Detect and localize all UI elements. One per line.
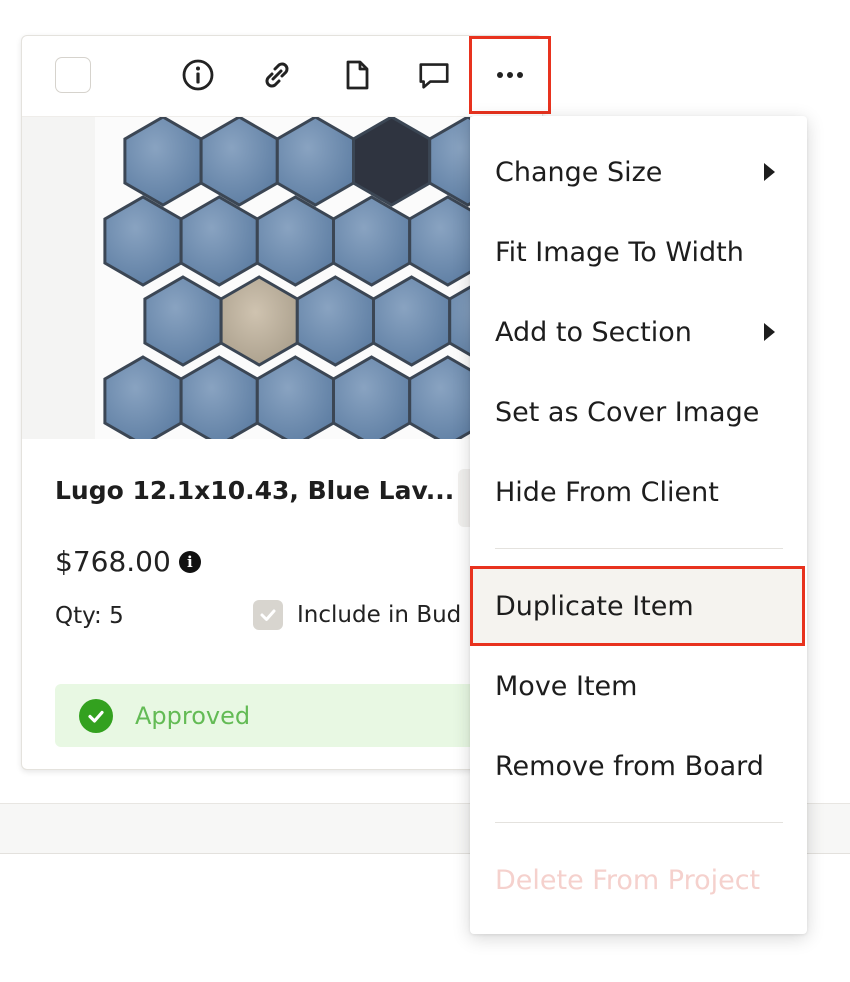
comment-icon[interactable] bbox=[417, 58, 451, 92]
more-icon bbox=[497, 72, 523, 78]
info-icon[interactable] bbox=[181, 58, 215, 92]
product-card[interactable]: Lugo 12.1x10.43, Blue Lav... $768.00 i Q… bbox=[21, 35, 551, 770]
menu-item-hide-from-client[interactable]: Hide From Client bbox=[470, 452, 807, 532]
menu-item-delete-from-project: Delete From Project bbox=[470, 840, 807, 920]
check-icon bbox=[260, 609, 276, 621]
select-checkbox[interactable] bbox=[55, 57, 91, 93]
include-in-budget[interactable]: Include in Bud bbox=[253, 600, 461, 630]
menu-item-move-item[interactable]: Move Item bbox=[470, 646, 807, 726]
submenu-arrow-icon bbox=[764, 323, 775, 341]
more-options-button[interactable] bbox=[469, 36, 551, 114]
menu-item-label: Remove from Board bbox=[495, 750, 764, 782]
menu-item-change-size[interactable]: Change Size bbox=[470, 132, 807, 212]
menu-item-label: Fit Image To Width bbox=[495, 236, 744, 268]
menu-item-remove-from-board[interactable]: Remove from Board bbox=[470, 726, 807, 806]
menu-item-label: Hide From Client bbox=[495, 476, 719, 508]
menu-item-label: Set as Cover Image bbox=[495, 396, 760, 428]
product-name[interactable]: Lugo 12.1x10.43, Blue Lav... bbox=[55, 476, 454, 505]
status-badge: Approved bbox=[55, 684, 515, 747]
submenu-arrow-icon bbox=[764, 163, 775, 181]
context-menu: Change Size Fit Image To Width Add to Se… bbox=[470, 116, 807, 934]
include-in-budget-checkbox[interactable] bbox=[253, 600, 283, 630]
product-image-area[interactable] bbox=[22, 117, 542, 439]
product-image bbox=[95, 117, 528, 439]
price-value: $768.00 bbox=[55, 545, 171, 578]
price-info-icon[interactable]: i bbox=[178, 550, 201, 573]
menu-item-label: Add to Section bbox=[495, 316, 692, 348]
include-in-budget-label: Include in Bud bbox=[297, 602, 462, 628]
card-toolbar bbox=[22, 36, 551, 117]
menu-divider bbox=[495, 822, 783, 823]
menu-divider bbox=[495, 548, 783, 549]
menu-item-duplicate-item[interactable]: Duplicate Item bbox=[470, 566, 805, 646]
menu-item-label: Duplicate Item bbox=[495, 590, 694, 622]
document-icon[interactable] bbox=[340, 58, 374, 92]
price: $768.00 i bbox=[55, 545, 201, 578]
menu-item-fit-image-to-width[interactable]: Fit Image To Width bbox=[470, 212, 807, 292]
menu-item-label: Move Item bbox=[495, 670, 638, 702]
menu-item-add-to-section[interactable]: Add to Section bbox=[470, 292, 807, 372]
status-label: Approved bbox=[135, 701, 251, 730]
menu-item-label: Change Size bbox=[495, 156, 663, 188]
menu-item-set-as-cover-image[interactable]: Set as Cover Image bbox=[470, 372, 807, 452]
link-icon[interactable] bbox=[260, 58, 294, 92]
menu-item-label: Delete From Project bbox=[495, 864, 761, 896]
check-circle-icon bbox=[79, 698, 113, 733]
quantity-label: Qty: 5 bbox=[55, 603, 124, 629]
